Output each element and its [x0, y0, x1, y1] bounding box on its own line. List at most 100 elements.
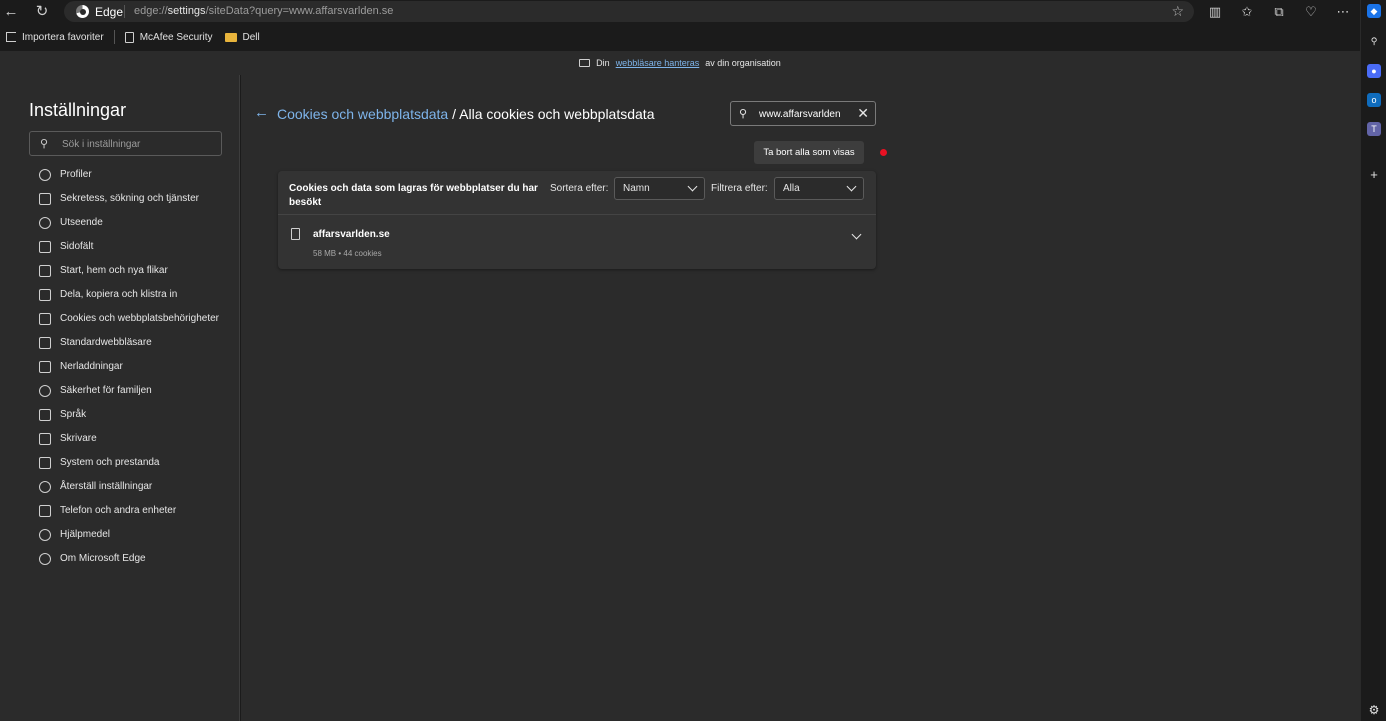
url-text[interactable]: edge://settings/siteData?query=www.affar…	[134, 5, 393, 17]
outlook-icon[interactable]: o	[1367, 93, 1381, 107]
breadcrumb-link[interactable]: Cookies och webbplatsdata	[277, 106, 448, 122]
nav-item-default-browser[interactable]: Standardwebbläsare	[29, 331, 229, 355]
edge-chip[interactable]: Edge	[76, 4, 123, 19]
site-search-input[interactable]	[759, 106, 849, 122]
reset-icon	[39, 481, 51, 493]
nav-item-system[interactable]: System och prestanda	[29, 451, 229, 475]
lock-icon	[39, 193, 51, 205]
nav-item-start-home[interactable]: Start, hem och nya flikar	[29, 259, 229, 283]
teams-icon[interactable]: T	[1367, 122, 1381, 136]
site-search[interactable]: ⚲ ✕	[730, 101, 876, 126]
favorites-bar: Importera favoriter McAfee Security Dell	[0, 24, 1360, 50]
browser-toolbar: ← ↻ Edge edge://settings/siteData?query=…	[0, 0, 1360, 24]
address-bar[interactable]: Edge edge://settings/siteData?query=www.…	[64, 1, 1194, 22]
import-icon	[6, 32, 16, 42]
language-icon	[39, 409, 51, 421]
filter-dropdown[interactable]: Alla	[774, 177, 864, 200]
back-arrow-icon[interactable]: ←	[254, 104, 269, 121]
nav-item-label: Om Microsoft Edge	[60, 553, 146, 564]
chevron-down-icon	[687, 181, 698, 192]
collections-icon[interactable]: ⧉	[1270, 3, 1288, 21]
nav-item-label: Nerladdningar	[60, 361, 123, 372]
search-icon: ⚲	[739, 108, 748, 120]
settings-search-input[interactable]	[62, 136, 212, 152]
url-prefix: edge://	[134, 5, 168, 17]
nav-item-printers[interactable]: Skrivare	[29, 427, 229, 451]
page-icon	[124, 31, 134, 43]
card-description: Cookies och data som lagras för webbplat…	[289, 183, 538, 208]
nav-item-accessibility[interactable]: Hjälpmedel	[29, 523, 229, 547]
favorites-divider	[113, 30, 115, 44]
remove-all-shown-button[interactable]: Ta bort alla som visas	[754, 141, 864, 164]
back-icon[interactable]: ←	[1, 2, 21, 22]
clear-search-icon[interactable]: ✕	[857, 105, 869, 122]
favorites-icon[interactable]: ✩	[1238, 3, 1256, 21]
nav-item-appearance[interactable]: Utseende	[29, 211, 229, 235]
managed-link[interactable]: webbläsare hanteras	[616, 58, 700, 68]
file-icon	[291, 228, 300, 240]
cookie-icon	[39, 313, 51, 325]
copilot-icon[interactable]: ◆	[1367, 4, 1381, 18]
nav-item-sidebar[interactable]: Sidofält	[29, 235, 229, 259]
nav-item-label: Skrivare	[60, 433, 97, 444]
profile-icon	[39, 169, 51, 181]
nav-item-languages[interactable]: Språk	[29, 403, 229, 427]
favorite-item-mcafee[interactable]: McAfee Security	[119, 31, 219, 43]
favorite-label: Dell	[242, 31, 260, 43]
site-row[interactable]: affarsvarlden.se 58 MB • 44 cookies	[278, 215, 876, 269]
url-rest: /siteData?query=www.affarsvarlden.se	[205, 5, 394, 17]
card-header: Cookies och data som lagras för webbplat…	[278, 171, 876, 215]
laptop-icon	[39, 457, 51, 469]
nav-item-label: Dela, kopiera och klistra in	[60, 289, 178, 300]
nav-item-label: Återställ inställningar	[60, 481, 153, 492]
nav-item-label: Start, hem och nya flikar	[60, 265, 168, 276]
nav-item-about[interactable]: Om Microsoft Edge	[29, 547, 229, 571]
managed-browser-banner: Din webbläsare hanteras av din organisat…	[0, 51, 1360, 75]
notification-dot	[880, 149, 887, 156]
nav-item-label: Utseende	[60, 217, 103, 228]
main-content: ← Cookies och webbplatsdata / Alla cooki…	[241, 75, 1360, 721]
site-data-card: Cookies och data som lagras för webbplat…	[278, 171, 876, 269]
expand-chevron-icon[interactable]	[851, 229, 862, 240]
download-icon	[39, 361, 51, 373]
nav-item-cookies[interactable]: Cookies och webbplatsbehörigheter	[29, 307, 229, 331]
printer-icon	[39, 433, 51, 445]
more-options-icon[interactable]: ⋯	[1334, 3, 1352, 21]
browser-icon	[39, 337, 51, 349]
palette-icon	[39, 217, 51, 229]
nav-item-phone[interactable]: Telefon och andra enheter	[29, 499, 229, 523]
settings-search[interactable]: ⚲	[29, 131, 222, 156]
nav-item-reset[interactable]: Återställ inställningar	[29, 475, 229, 499]
chevron-down-icon	[846, 181, 857, 192]
breadcrumb-current: / Alla cookies och webbplatsdata	[448, 106, 655, 122]
nav-item-family-safety[interactable]: Säkerhet för familjen	[29, 379, 229, 403]
gear-icon[interactable]: ⚙	[1367, 703, 1381, 717]
settings-sidebar: Inställningar ⚲ Profiler Sekretess, sökn…	[0, 75, 240, 721]
search-icon[interactable]: ⚲	[1367, 34, 1381, 48]
nav-item-share-copy[interactable]: Dela, kopiera och klistra in	[29, 283, 229, 307]
sort-dropdown[interactable]: Namn	[614, 177, 705, 200]
nav-item-privacy[interactable]: Sekretess, sökning och tjänster	[29, 187, 229, 211]
nav-item-profiles[interactable]: Profiler	[29, 163, 229, 187]
favorite-star-icon[interactable]: ☆	[1171, 3, 1184, 20]
omnibox-divider	[124, 5, 125, 18]
nav-item-label: Standardwebbläsare	[60, 337, 152, 348]
banner-suffix: av din organisation	[705, 58, 781, 68]
nav-item-label: Profiler	[60, 169, 92, 180]
search-icon: ⚲	[40, 138, 49, 150]
nav-item-label: Säkerhet för familjen	[60, 385, 152, 396]
filter-label: Filtrera efter:	[711, 183, 768, 194]
favorite-item-dell[interactable]: Dell	[219, 32, 266, 43]
nav-item-label: Språk	[60, 409, 87, 420]
nav-item-label: Cookies och webbplatsbehörigheter	[60, 313, 219, 324]
discover-icon[interactable]: ●	[1367, 64, 1381, 78]
add-icon[interactable]: +	[1367, 168, 1381, 182]
browser-essentials-icon[interactable]: ♡	[1302, 3, 1320, 21]
nav-item-downloads[interactable]: Nerladdningar	[29, 355, 229, 379]
split-screen-icon[interactable]: ▥	[1206, 3, 1224, 21]
nav-item-label: Sidofält	[60, 241, 94, 252]
refresh-icon[interactable]: ↻	[32, 2, 52, 22]
favorite-item-import[interactable]: Importera favoriter	[0, 32, 110, 43]
nav-item-label: Telefon och andra enheter	[60, 505, 177, 516]
briefcase-icon	[579, 59, 591, 67]
